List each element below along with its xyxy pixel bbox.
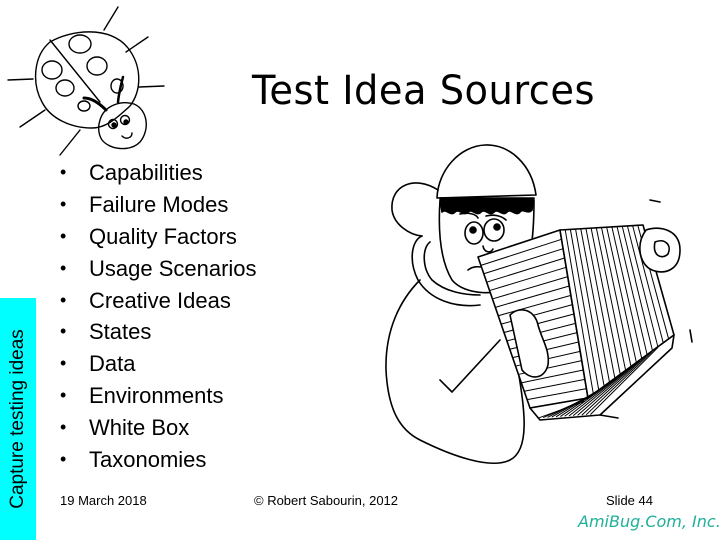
bullet-item: • Failure Modes <box>60 189 257 221</box>
bullet-item: • White Box <box>60 412 257 444</box>
bullet-text: White Box <box>89 415 190 441</box>
sidebar-label-container: Capture testing ideas <box>0 298 36 540</box>
bullet-item: • Data <box>60 348 257 380</box>
bullet-text: Taxonomies <box>89 447 207 473</box>
slide-title: Test Idea Sources <box>252 68 595 114</box>
footer-slide-number: Slide 44 <box>606 493 653 508</box>
bullet-icon: • <box>60 385 67 406</box>
bullet-item: • Usage Scenarios <box>60 253 257 285</box>
bullet-icon: • <box>60 289 67 310</box>
person-holding-box-illustration <box>385 144 693 464</box>
bullet-text: Failure Modes <box>89 191 229 217</box>
company-logo: AmiBug.Com, Inc. <box>578 512 720 531</box>
bullet-text: Data <box>89 351 136 377</box>
bullet-item: • Capabilities <box>60 157 257 189</box>
footer-copyright: © Robert Sabourin, 2012 <box>254 493 399 508</box>
bullet-icon: • <box>60 449 67 470</box>
bullet-text: Creative Ideas <box>89 287 231 313</box>
bullet-list: • Capabilities • Failure Modes • Quality Fa… <box>60 157 257 476</box>
bullet-item: • Quality Factors <box>60 221 257 253</box>
bullet-item: • Creative Ideas <box>60 285 257 317</box>
footer-date: 19 March 2018 <box>60 493 147 508</box>
bullet-item: • States <box>60 316 257 348</box>
bullet-icon: • <box>60 321 67 342</box>
bullet-text: Environments <box>89 383 224 409</box>
bullet-icon: • <box>60 193 67 214</box>
bullet-item: • Taxonomies <box>60 444 257 476</box>
bullet-text: Usage Scenarios <box>89 255 257 281</box>
bullet-text: States <box>89 319 152 345</box>
bullet-icon: • <box>60 257 67 278</box>
sidebar-label: Capture testing ideas <box>7 329 28 509</box>
bullet-icon: • <box>60 417 67 438</box>
bullet-icon: • <box>60 225 67 246</box>
bullet-icon: • <box>60 162 67 182</box>
bullet-text: Quality Factors <box>89 223 237 249</box>
bullet-icon: • <box>60 353 67 374</box>
bullet-text: Capabilities <box>89 160 203 185</box>
ladybug-illustration <box>7 6 165 156</box>
bullet-item: • Environments <box>60 380 257 412</box>
